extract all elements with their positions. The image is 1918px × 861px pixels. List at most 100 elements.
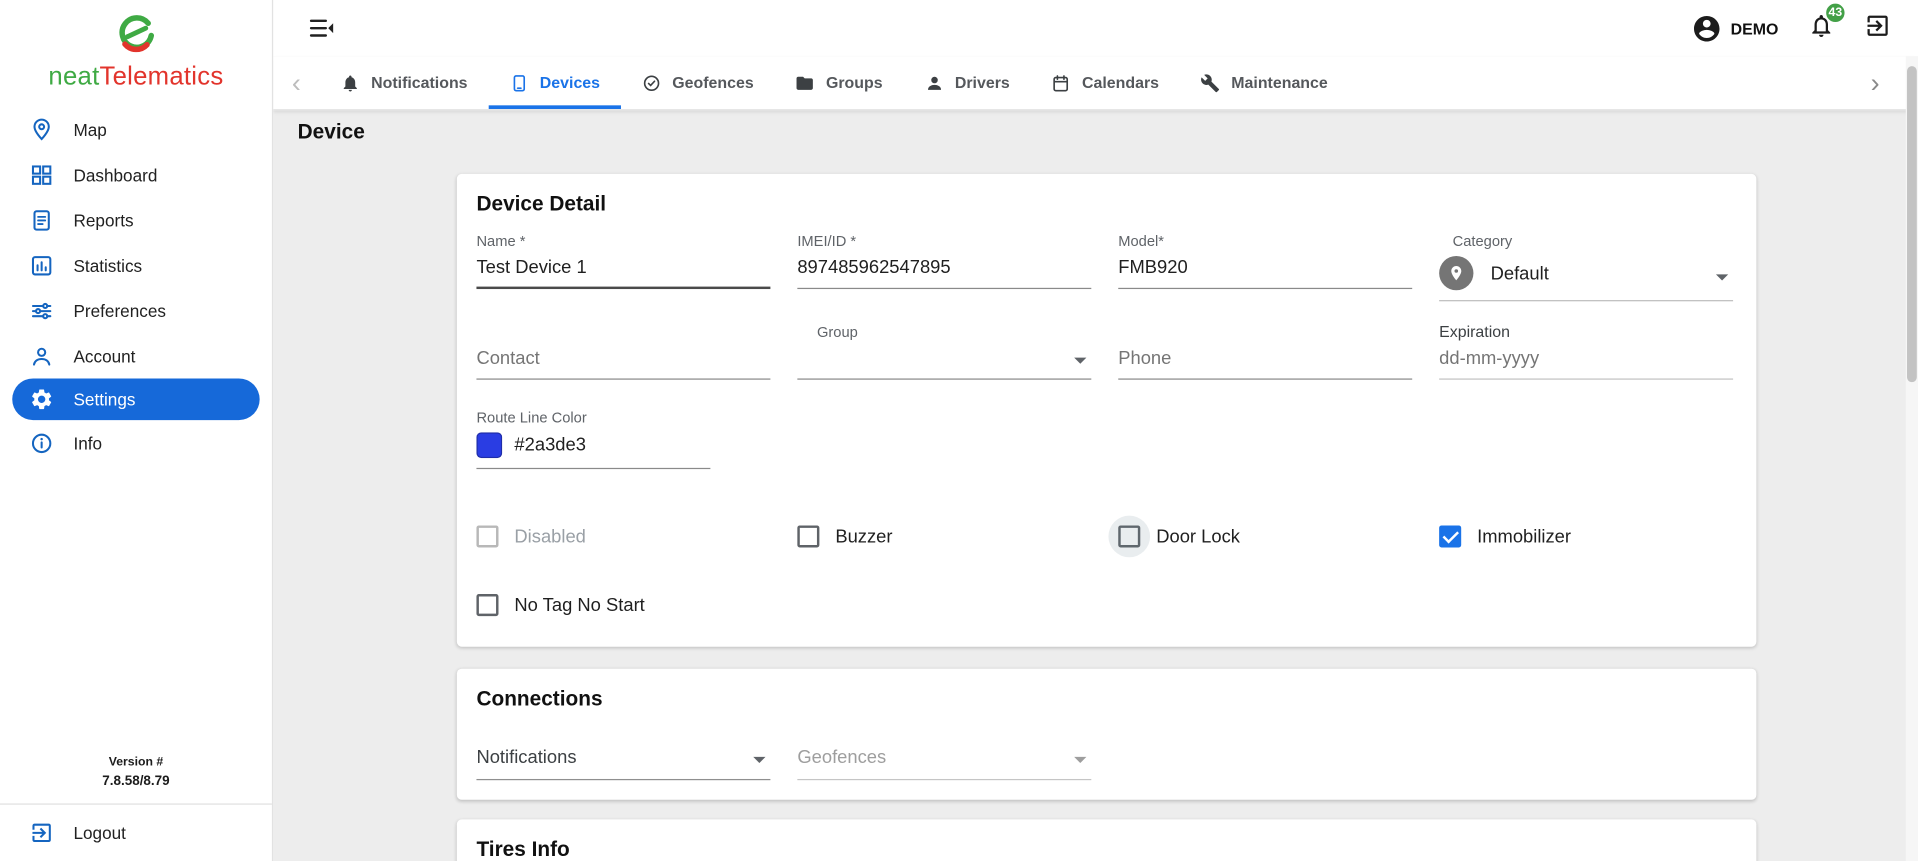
wrench-icon (1201, 73, 1220, 92)
sidebar-item-label: Info (73, 432, 103, 453)
report-icon (33, 209, 50, 231)
logout-label: Logout (73, 823, 126, 843)
tab-label: Drivers (954, 73, 1010, 92)
tab-maintenance[interactable]: Maintenance (1180, 56, 1349, 109)
bell-icon (343, 74, 357, 91)
device-icon (513, 74, 525, 91)
contact-input[interactable]: Contact (476, 340, 771, 380)
tab-calendars[interactable]: Calendars (1031, 56, 1180, 109)
card-title: Tires Info (476, 837, 570, 861)
sidebar-item-dashboard[interactable]: Dashboard (0, 152, 272, 197)
sidebar-item-info[interactable]: Info (0, 420, 272, 465)
page-content: Device Device Detail Name * Test Device … (273, 110, 1918, 861)
tab-label: Maintenance (1231, 73, 1328, 92)
tab-drivers[interactable]: Drivers (903, 56, 1030, 109)
topbar: DEMO 43 (273, 0, 1918, 57)
category-select[interactable]: Default (1439, 254, 1734, 302)
route-line-color-field: Route Line Color #2a3de3 (476, 409, 711, 470)
logout-icon (32, 823, 51, 843)
scrollbar-thumb[interactable] (1907, 66, 1917, 383)
tab-label: Notifications (371, 73, 468, 92)
model-input[interactable]: FMB920 (1118, 250, 1413, 290)
sidebar-item-label: Preferences (73, 300, 166, 321)
checkbox-label: Disabled (514, 526, 586, 547)
connections-selects: Notifications Geofences (476, 740, 1736, 781)
no-tag-no-start-checkbox[interactable]: No Tag No Start (476, 594, 770, 617)
vertical-scrollbar[interactable] (1905, 56, 1918, 861)
route-color-value: #2a3de3 (514, 434, 586, 456)
name-label: Name * (476, 232, 526, 250)
connections-card: Connections Notifications Geofences (456, 668, 1757, 800)
name-field: Name * Test Device 1 (476, 232, 771, 302)
brand-swirl-icon (119, 15, 155, 53)
route-color-input[interactable]: #2a3de3 (476, 426, 711, 470)
group-select[interactable] (797, 340, 1092, 380)
signout-button[interactable] (1864, 12, 1891, 45)
gear-icon (32, 389, 52, 410)
device-detail-card: Device Detail Name * Test Device 1 IMEI/… (456, 173, 1757, 647)
tab-label: Geofences (672, 73, 754, 92)
name-input[interactable]: Test Device 1 (476, 250, 771, 290)
sidebar-item-label: Statistics (73, 255, 143, 275)
tab-devices[interactable]: Devices (488, 56, 622, 110)
sidebar-item-settings[interactable]: Settings (12, 378, 260, 421)
notifications-button[interactable]: 43 (1808, 1, 1846, 45)
brand-logo: neatTelematics (0, 0, 272, 99)
buzzer-checkbox[interactable]: Buzzer (797, 525, 1091, 548)
avatar-icon (1694, 15, 1720, 41)
phone-input[interactable]: Phone (1118, 340, 1413, 380)
group-field: Group (797, 323, 1092, 380)
version-label: Version # (108, 755, 164, 770)
immobilizer-checkbox[interactable]: Immobilizer (1439, 525, 1733, 548)
imei-label: IMEI/ID * (797, 232, 857, 250)
select-value: Geofences (797, 747, 887, 768)
checkbox-icon (476, 594, 499, 617)
notifications-select[interactable]: Notifications (476, 740, 771, 781)
sidebar-item-account[interactable]: Account (0, 333, 272, 378)
version-value: 7.8.58/8.79 (102, 774, 170, 789)
sidebar-item-label: Account (73, 346, 136, 366)
chevron-down-icon (753, 756, 766, 764)
disabled-checkbox[interactable]: Disabled (476, 525, 770, 548)
tab-scroll-right-button[interactable]: › (1852, 56, 1899, 109)
sidebar-item-map[interactable]: Map (0, 107, 272, 152)
checkbox-checked-icon (1439, 525, 1462, 548)
account-icon (32, 347, 51, 365)
door-lock-checkbox[interactable]: Door Lock (1118, 525, 1412, 548)
sidebar-item-reports[interactable]: Reports (0, 197, 272, 242)
model-label: Model* (1118, 232, 1165, 250)
phone-field: Phone (1118, 323, 1413, 380)
user-label: DEMO (1730, 18, 1779, 38)
statistics-icon (31, 255, 52, 275)
sidebar-item-statistics[interactable]: Statistics (0, 243, 272, 288)
tab-geofences[interactable]: Geofences (621, 56, 775, 109)
tab-notifications[interactable]: Notifications (320, 56, 489, 109)
sidebar-item-preferences[interactable]: Preferences (0, 288, 272, 333)
user-menu[interactable]: DEMO (1691, 13, 1778, 44)
chevron-down-icon (1074, 756, 1087, 764)
contact-field: Contact (476, 323, 771, 380)
settings-tabbar: ‹ Notifications Devices Geofences Groups… (273, 56, 1918, 111)
sidebar: neatTelematics Map Dashboard Reports Sta… (0, 0, 274, 861)
app-window: neatTelematics Map Dashboard Reports Sta… (0, 0, 1918, 861)
geofences-select[interactable]: Geofences (797, 740, 1092, 781)
category-value: Default (1490, 262, 1549, 284)
checkbox-label: Buzzer (835, 526, 893, 547)
tab-scroll-left-button[interactable]: ‹ (273, 56, 320, 109)
dashboard-icon (31, 164, 52, 185)
imei-input[interactable]: 897485962547895 (797, 250, 1092, 290)
checkbox-icon (1118, 525, 1141, 548)
checkbox-label: Immobilizer (1477, 526, 1572, 547)
color-swatch[interactable] (476, 432, 503, 459)
expiration-input[interactable]: dd-mm-yyyy (1439, 340, 1734, 380)
sidebar-item-label: Reports (73, 210, 134, 230)
sidebar-item-label: Map (73, 119, 107, 140)
logout-button[interactable]: Logout (0, 805, 272, 861)
sidebar-item-label: Settings (73, 389, 136, 410)
tab-groups[interactable]: Groups (775, 56, 904, 109)
group-label: Group (816, 323, 858, 341)
tab-label: Calendars (1082, 73, 1160, 92)
sidebar-collapse-button[interactable] (307, 13, 336, 42)
brand-name: neatTelematics (48, 62, 224, 91)
notification-badge: 43 (1824, 1, 1846, 23)
